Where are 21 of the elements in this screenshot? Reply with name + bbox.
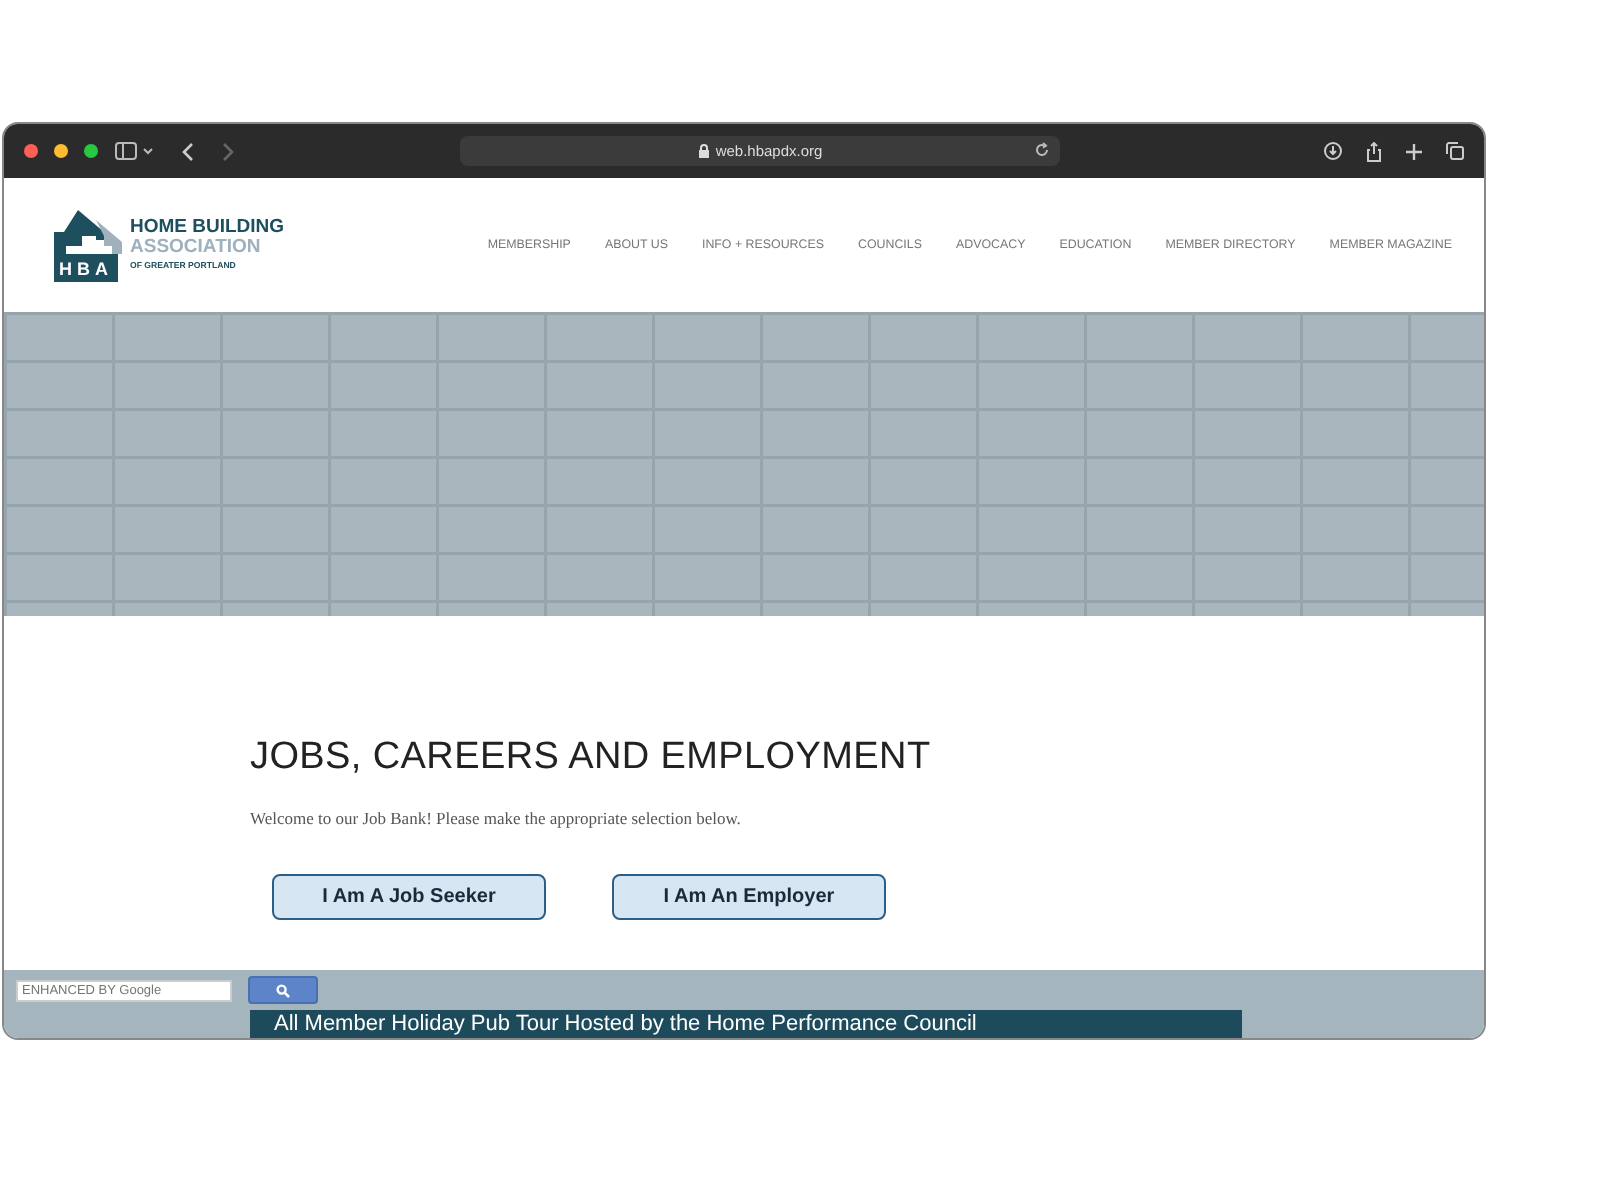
sidebar-icon[interactable] (114, 142, 154, 160)
minimize-button[interactable] (54, 144, 68, 158)
back-icon[interactable] (182, 141, 194, 161)
download-icon[interactable] (1324, 142, 1342, 160)
intro-text: Welcome to our Job Bank! Please make the appropriate selection below. (250, 808, 743, 828)
selection-button[interactable]: I Am An Employer (612, 874, 886, 920)
lock-icon (697, 144, 710, 158)
zoom-button[interactable] (84, 144, 98, 158)
search-icon (276, 983, 290, 997)
selection-button[interactable]: I Am A Job Seeker (272, 874, 546, 920)
new-tab-icon[interactable] (1406, 143, 1422, 159)
close-button[interactable] (24, 144, 38, 158)
share-icon[interactable] (1366, 141, 1382, 161)
forward-icon[interactable] (222, 141, 234, 161)
search-button[interactable] (248, 976, 318, 1004)
logo-text: HOME BUILDING (130, 218, 285, 238)
page-title: JOBS, CAREERS AND EMPLOYMENT (250, 736, 933, 780)
logo-text: ASSOCIATION (130, 238, 263, 258)
tabs-overview-icon[interactable] (1446, 142, 1464, 160)
reload-icon[interactable] (1034, 142, 1050, 158)
event-banner[interactable]: All Member Holiday Pub Tour Hosted by the Home Performance Council (250, 1010, 1242, 1038)
